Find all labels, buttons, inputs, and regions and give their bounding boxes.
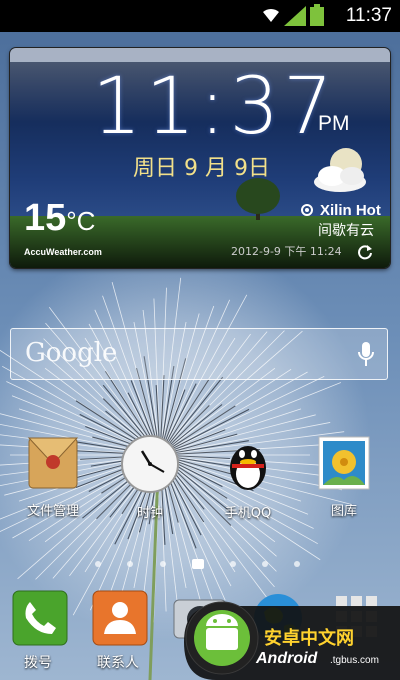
temperature-unit: °C [66, 206, 96, 236]
widget-temperature: 15°C [24, 197, 95, 240]
widget-location: Xilin Hot [320, 202, 381, 219]
qq-penguin-icon [230, 446, 266, 490]
accuweather-logo[interactable]: AccuWeather.com [24, 247, 102, 257]
clock-icon [121, 435, 179, 493]
refresh-icon[interactable] [356, 243, 374, 261]
widget-date: 周日 9 月 9日 [133, 156, 270, 181]
partly-cloudy-moon-icon [314, 148, 366, 192]
widget-updated-time: 2012-9-9 下午 11:24 [231, 245, 342, 258]
watermark-line3: .tgbus.com [330, 655, 379, 666]
wifi-icon [263, 8, 279, 22]
widget-ampm: PM [318, 112, 350, 135]
app-label: 图库 [330, 504, 357, 519]
app-qq[interactable]: 手机QQ [208, 434, 288, 521]
contacts-icon [92, 590, 148, 646]
google-logo: Google [25, 338, 118, 368]
dock-contacts-label: 联系人 [97, 655, 139, 671]
phone-icon [12, 590, 68, 646]
app-label: 手机QQ [224, 506, 272, 521]
dock-phone-label: 拨号 [24, 655, 52, 671]
file-manager-icon [27, 437, 79, 489]
google-search-bar[interactable]: Google [10, 328, 388, 380]
app-label: 时钟 [136, 506, 163, 521]
page-indicator [95, 559, 300, 569]
location-pin-icon [301, 204, 313, 216]
app-clock[interactable]: 时钟 [110, 434, 190, 521]
temperature-value: 15 [24, 197, 67, 239]
widget-condition: 间歇有云 [318, 223, 374, 239]
dock-phone[interactable] [12, 590, 68, 650]
battery-icon [310, 4, 324, 26]
microphone-icon[interactable] [357, 341, 375, 369]
watermark-line1: 安卓中文网 [264, 628, 354, 649]
app-file-manager[interactable]: 文件管理 [13, 434, 93, 519]
gallery-icon [318, 436, 370, 490]
watermark-line2: Android [256, 650, 318, 667]
app-label: 文件管理 [26, 504, 79, 519]
dock-contacts[interactable] [92, 590, 148, 650]
status-time: 11:37 [345, 5, 392, 26]
widget-clock-time[interactable]: 11:37 [92, 62, 337, 152]
app-gallery[interactable]: 图库 [304, 434, 384, 519]
status-bar: 11:37 [0, 0, 400, 32]
signal-icon [284, 6, 306, 26]
